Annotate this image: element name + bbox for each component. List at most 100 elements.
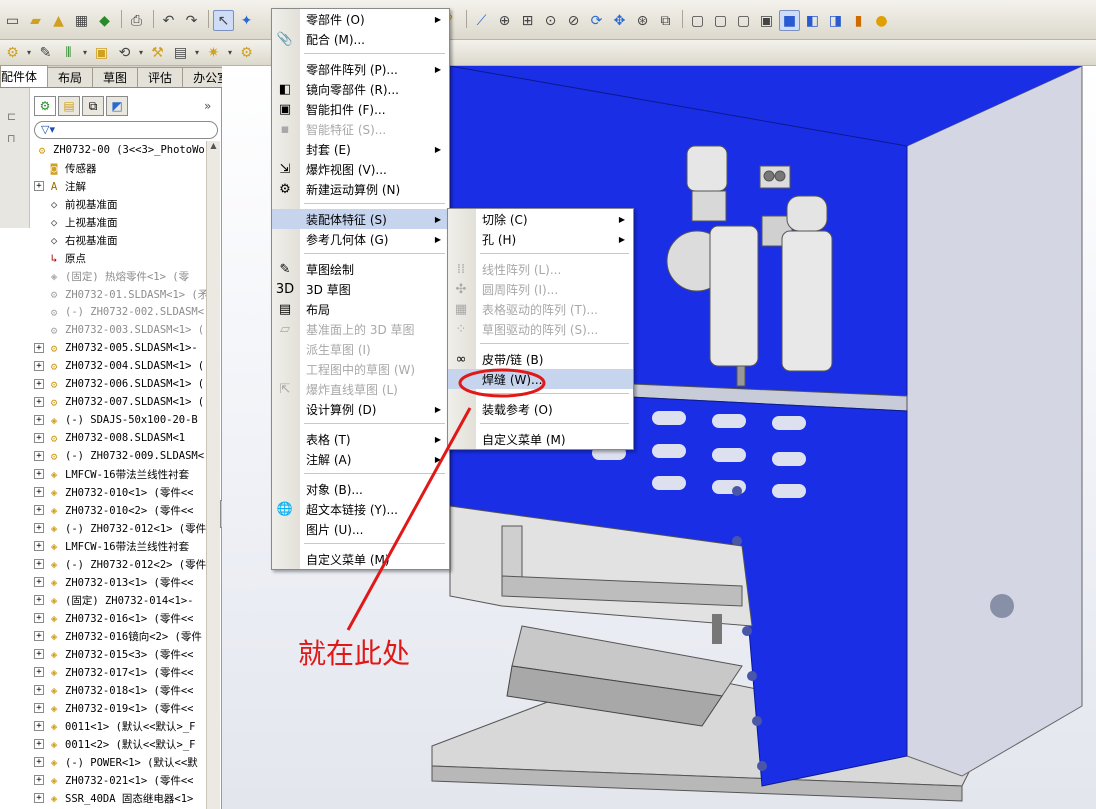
tree-item[interactable]: + ◈ ZH0732-021<1> (零件<< bbox=[34, 771, 206, 789]
undo-icon[interactable]: ↶ bbox=[158, 10, 179, 31]
expand-icon[interactable]: + bbox=[34, 703, 44, 713]
menu-item[interactable]: 参考几何体 (G) ▶ bbox=[272, 229, 449, 249]
tree-item[interactable]: + ⚙ (-) ZH0732-009.SLDASM< bbox=[34, 447, 206, 465]
expand-icon[interactable]: + bbox=[34, 793, 44, 803]
dock-icon[interactable]: ⊓ bbox=[7, 132, 23, 146]
tab-evaluate[interactable]: 评估 bbox=[137, 67, 184, 87]
tree-item[interactable]: + ◈ (-) ZH0732-012<2> (零件 bbox=[34, 555, 206, 573]
measure-icon[interactable]: ⟋ bbox=[471, 10, 492, 31]
tree-item[interactable]: + ◈ ZH0732-019<1> (零件<< bbox=[34, 699, 206, 717]
tree-item[interactable]: + ◈ (-) POWER<1> (默认<<默 bbox=[34, 753, 206, 771]
expand-icon[interactable]: + bbox=[34, 451, 44, 461]
tree-item[interactable]: + ⚙ ZH0732-006.SLDASM<1> ( bbox=[34, 375, 206, 393]
tree-item[interactable]: + ◈ ZH0732-010<2> (零件<< bbox=[34, 501, 206, 519]
tree-item[interactable]: + ◈ LMFCW-16带法兰线性衬套 bbox=[34, 465, 206, 483]
perspective-icon[interactable]: ◨ bbox=[825, 10, 846, 31]
menu-item[interactable]: 切除 (C) ▶ bbox=[448, 209, 633, 229]
explode-icon[interactable]: ▤ bbox=[170, 42, 191, 63]
menu-item[interactable]: 设计算例 (D) ▶ bbox=[272, 399, 449, 419]
tree-item[interactable]: + ⚙ ZH0732-004.SLDASM<1> ( bbox=[34, 357, 206, 375]
expand-icon[interactable]: + bbox=[34, 505, 44, 515]
tree-item[interactable]: + ◈ LMFCW-16带法兰线性衬套 bbox=[34, 537, 206, 555]
chevron-down-icon[interactable]: ▾ bbox=[193, 42, 201, 63]
menu-item[interactable]: 零部件阵列 (P)... ▶ bbox=[272, 59, 449, 79]
zoom-fit-icon[interactable]: ⊕ bbox=[494, 10, 515, 31]
menu-item[interactable]: 📎 配合 (M)... bbox=[272, 29, 449, 49]
rotate-component-icon[interactable]: ⟲ bbox=[114, 42, 135, 63]
smart-fastener-icon[interactable]: ⚒ bbox=[147, 42, 168, 63]
menu-item[interactable]: 零部件 (O) ▶ bbox=[272, 9, 449, 29]
tree-item[interactable]: ◙ 传感器 bbox=[34, 159, 206, 177]
rotate-icon[interactable]: ⟳ bbox=[586, 10, 607, 31]
options-icon[interactable]: ◆ bbox=[94, 10, 115, 31]
tree-item[interactable]: ⚙ ZH0732-003.SLDASM<1> ( bbox=[34, 321, 206, 339]
tree-scrollbar[interactable]: ▲ bbox=[206, 141, 220, 809]
expand-icon[interactable]: + bbox=[34, 631, 44, 641]
redo-icon[interactable]: ↷ bbox=[181, 10, 202, 31]
expand-icon[interactable]: + bbox=[34, 181, 44, 191]
expand-icon[interactable]: + bbox=[34, 361, 44, 371]
display-manager-tab-icon[interactable]: ◩ bbox=[106, 96, 128, 116]
menu-item[interactable]: ⚙ 新建运动算例 (N) bbox=[272, 179, 449, 199]
pan-icon[interactable]: ✥ bbox=[609, 10, 630, 31]
menu-item[interactable]: ⇲ 爆炸视图 (V)... bbox=[272, 159, 449, 179]
expand-icon[interactable]: + bbox=[34, 523, 44, 533]
menu-item[interactable]: 3D 3D 草图 bbox=[272, 279, 449, 299]
tree-item[interactable]: + ◈ 0011<1> (默认<<默认>_F bbox=[34, 717, 206, 735]
mate-icon[interactable]: ⫴ bbox=[58, 42, 79, 63]
tree-item[interactable]: + ◈ ZH0732-018<1> (零件<< bbox=[34, 681, 206, 699]
tree-item[interactable]: ◈ (固定) 热熔零件<1> (零 bbox=[34, 267, 206, 285]
move-component-icon[interactable]: ▣ bbox=[91, 42, 112, 63]
pin-icon[interactable]: ⊏ bbox=[7, 110, 23, 124]
tree-item[interactable]: + ◈ SSR_40DA 固态继电器<1> bbox=[34, 789, 206, 807]
chevron-down-icon[interactable]: ▾ bbox=[137, 42, 145, 63]
tab-layout[interactable]: 布局 bbox=[47, 67, 94, 87]
configuration-tab-icon[interactable]: ⧉ bbox=[82, 96, 104, 116]
insert-component-icon[interactable]: ⚙ bbox=[2, 42, 23, 63]
shaded-icon[interactable]: ■ bbox=[779, 10, 800, 31]
menu-item[interactable]: 自定义菜单 (M) bbox=[448, 429, 633, 449]
menu-item[interactable]: ▤ 布局 bbox=[272, 299, 449, 319]
menu-item[interactable]: ◧ 镜向零部件 (R)... bbox=[272, 79, 449, 99]
new-icon[interactable]: ▭ bbox=[2, 10, 23, 31]
select-arrow-icon[interactable]: ↖ bbox=[213, 10, 234, 31]
save-icon[interactable]: ▲ bbox=[48, 10, 69, 31]
expand-icon[interactable]: + bbox=[34, 775, 44, 785]
tree-item[interactable]: + ◈ (-) SDAJS-50x100-20-B bbox=[34, 411, 206, 429]
panel-expand-icon[interactable]: » bbox=[204, 99, 211, 113]
menu-item[interactable]: 焊缝 (W)... bbox=[448, 369, 633, 389]
tree-item[interactable]: ◇ 上视基准面 bbox=[34, 213, 206, 231]
chevron-down-icon[interactable]: ▾ bbox=[81, 42, 89, 63]
expand-icon[interactable]: + bbox=[34, 739, 44, 749]
expand-icon[interactable]: + bbox=[34, 721, 44, 731]
expand-icon[interactable]: + bbox=[34, 415, 44, 425]
expand-icon[interactable]: + bbox=[34, 487, 44, 497]
expand-icon[interactable]: + bbox=[34, 613, 44, 623]
rebuild-icon[interactable]: ✦ bbox=[236, 10, 257, 31]
menu-item[interactable]: 孔 (H) ▶ bbox=[448, 229, 633, 249]
tree-item[interactable]: + ◈ ZH0732-013<1> (零件<< bbox=[34, 573, 206, 591]
tree-root[interactable]: ⚙ ZH0732-00 (3<<3>_PhotoWo bbox=[34, 141, 206, 159]
scroll-up-icon[interactable]: ▲ bbox=[207, 141, 220, 155]
tree-item[interactable]: + A 注解 bbox=[34, 177, 206, 195]
tree-item[interactable]: + ◈ (固定) ZH0732-014<1>- bbox=[34, 591, 206, 609]
menu-item[interactable]: ▣ 智能扣件 (F)... bbox=[272, 99, 449, 119]
chevron-down-icon[interactable]: ▾ bbox=[25, 42, 33, 63]
shaded-edges-icon[interactable]: ▣ bbox=[756, 10, 777, 31]
zoom-area-icon[interactable]: ⊞ bbox=[517, 10, 538, 31]
tree-item[interactable]: ↳ 原点 bbox=[34, 249, 206, 267]
expand-icon[interactable]: + bbox=[34, 595, 44, 605]
display-style-icon[interactable]: ⧉ bbox=[655, 10, 676, 31]
expand-icon[interactable]: + bbox=[34, 541, 44, 551]
tree-item[interactable]: ⚙ (-) ZH0732-002.SLDASM< bbox=[34, 303, 206, 321]
menu-item[interactable]: 图片 (U)... bbox=[272, 519, 449, 539]
tree-filter[interactable]: ▽▾ bbox=[34, 121, 218, 139]
print-preview-icon[interactable]: ⎙ bbox=[126, 10, 147, 31]
expand-icon[interactable]: + bbox=[34, 379, 44, 389]
menu-item[interactable]: 对象 (B)... bbox=[272, 479, 449, 499]
menu-item[interactable]: 注解 (A) ▶ bbox=[272, 449, 449, 469]
zoom-in-out-icon[interactable]: ⊙ bbox=[540, 10, 561, 31]
tree-item[interactable]: ◇ 前视基准面 bbox=[34, 195, 206, 213]
tree-item[interactable]: + ◈ ZH0732-015<3> (零件<< bbox=[34, 645, 206, 663]
open-icon[interactable]: ▰ bbox=[25, 10, 46, 31]
